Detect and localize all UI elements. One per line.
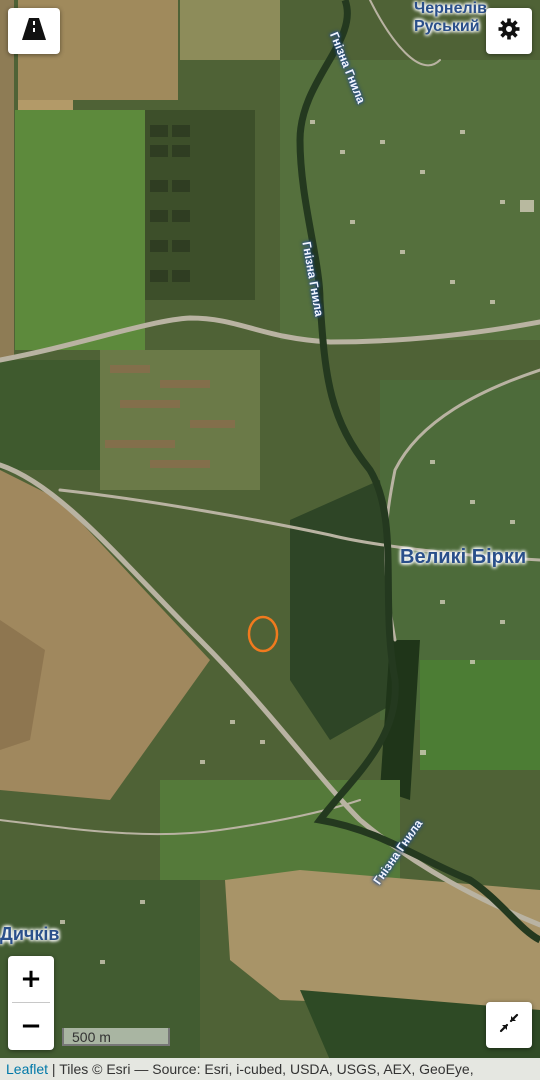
fit-bounds-button[interactable] bbox=[486, 1002, 532, 1048]
map-tiles bbox=[0, 0, 540, 1080]
place-label-dychkiv: Дичків bbox=[0, 924, 60, 944]
roads-toggle-button[interactable] bbox=[8, 8, 60, 54]
satellite-map[interactable] bbox=[0, 0, 540, 1080]
zoom-out-button[interactable]: − bbox=[8, 1003, 54, 1049]
field bbox=[420, 660, 540, 770]
gear-icon bbox=[498, 18, 520, 45]
field bbox=[0, 0, 14, 360]
scale-bar: 500 m bbox=[62, 1028, 170, 1046]
place-label-chernelyiv-ruskyi: Чернелів Руський bbox=[414, 0, 487, 36]
field bbox=[180, 0, 280, 60]
place-label-line: Чернелів bbox=[414, 0, 487, 17]
field bbox=[0, 360, 100, 470]
road-icon bbox=[22, 17, 46, 45]
place-label-line: Руський bbox=[414, 18, 480, 35]
settings-button[interactable] bbox=[486, 8, 532, 54]
map-attribution: Leaflet | Tiles © Esri — Source: Esri, i… bbox=[0, 1058, 540, 1080]
zoom-in-button[interactable]: + bbox=[8, 956, 54, 1002]
zoom-control: + − bbox=[8, 956, 54, 1050]
place-label-velyki-birky: Великі Бірки bbox=[400, 546, 527, 568]
field bbox=[15, 110, 145, 350]
attribution-text: | Tiles © Esri — Source: Esri, i-cubed, … bbox=[48, 1061, 474, 1077]
leaflet-link[interactable]: Leaflet bbox=[6, 1061, 48, 1077]
field bbox=[225, 870, 540, 1010]
collapse-arrows-icon bbox=[499, 1013, 519, 1038]
